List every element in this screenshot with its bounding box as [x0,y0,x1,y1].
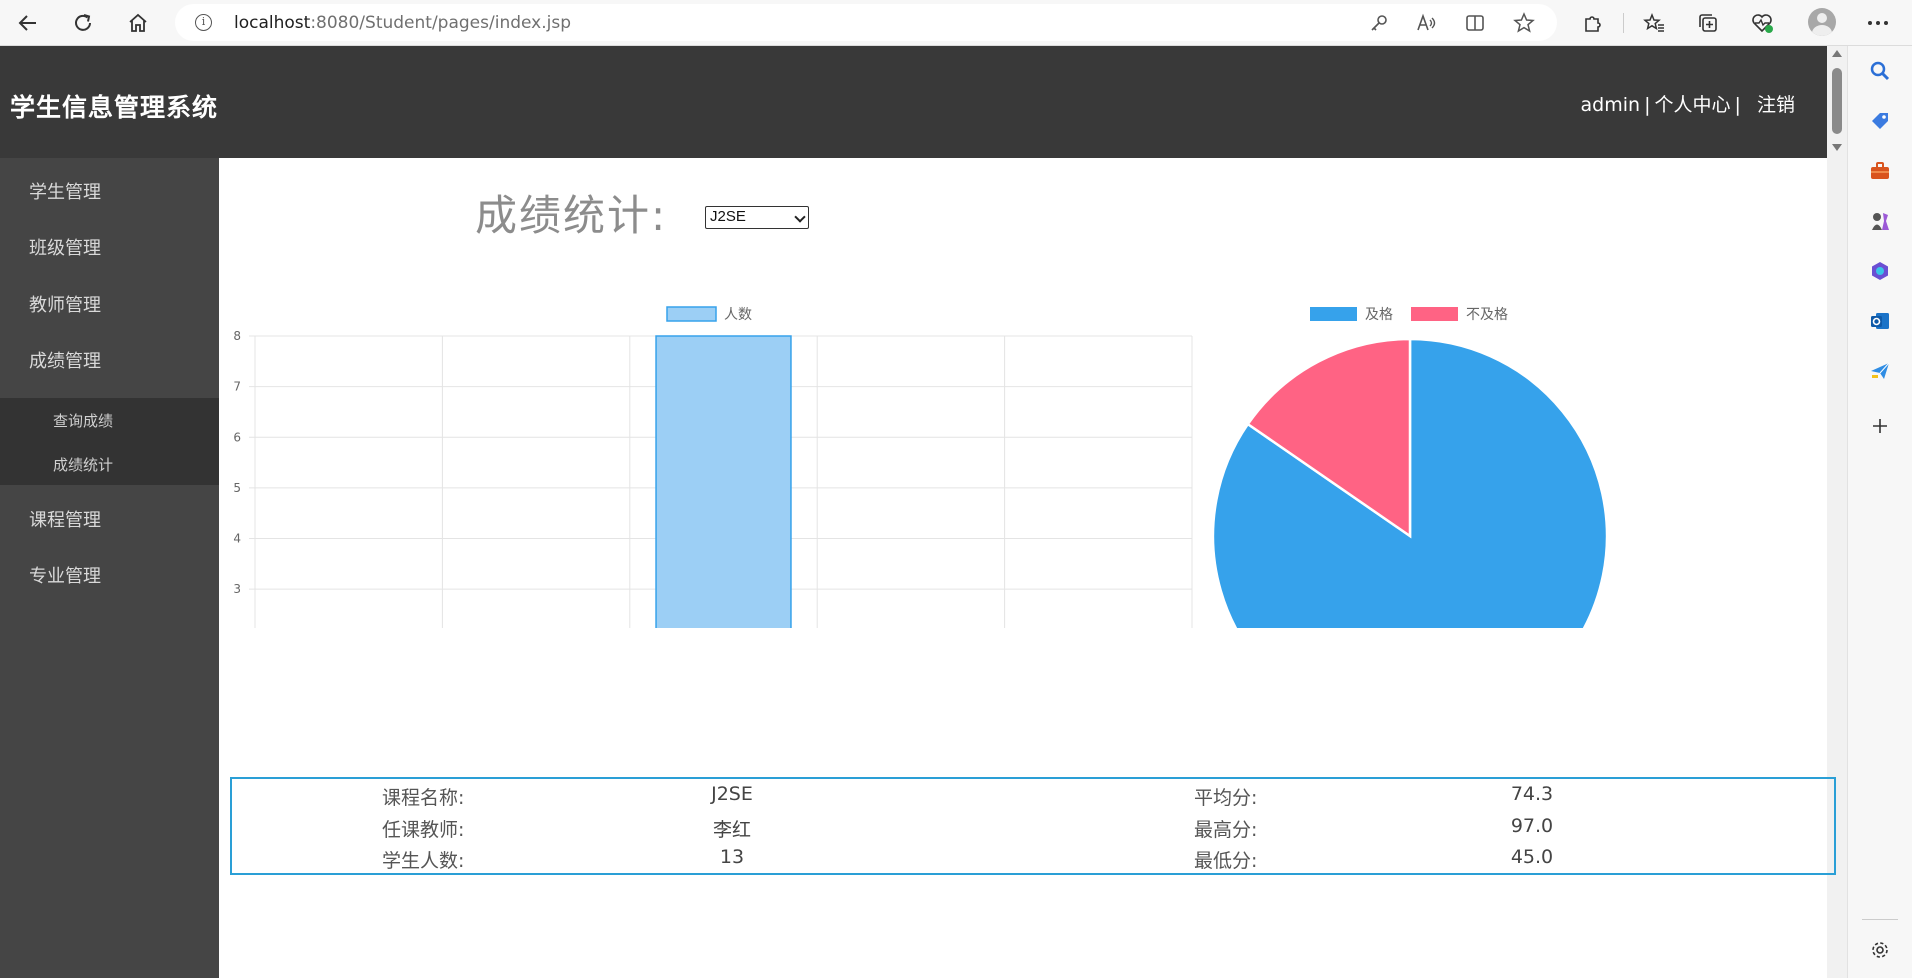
legend-swatch [1411,307,1458,321]
bar [655,335,792,628]
collections-icon [1699,14,1717,32]
course-name-label: 课程名称: [382,787,465,809]
sidebar-item-class[interactable]: 班级管理 [0,219,219,275]
grades-submenu: 查询成绩 成绩统计 [0,398,219,485]
separator: | [1644,94,1651,116]
scroll-thumb[interactable] [1832,68,1842,134]
sidebar-item-label: 学生管理 [29,182,101,203]
sidebar: 学生管理 班级管理 教师管理 成绩管理 查询成绩 成绩统计 课程管理 专业管理 [0,158,219,978]
average-label: 平均分: [1194,787,1258,809]
legend-label: 不及格 [1466,307,1508,323]
y-tick-label: 7 [233,380,241,394]
favorite-star-icon[interactable] [1511,10,1537,36]
legend-swatch [1310,307,1357,321]
heart-pulse-icon [1752,14,1773,33]
add-icon[interactable] [1868,414,1892,438]
site-info-icon[interactable]: i [195,14,212,31]
favorites-button[interactable] [1638,7,1670,39]
gear-icon[interactable] [1868,938,1892,962]
refresh-button[interactable] [67,7,99,39]
sidebar-item-grades[interactable]: 成绩管理 [0,332,219,388]
puzzle-icon [1585,16,1601,32]
main-content: 成绩统计: J2SE 012345678<60.060.0~70.070.0~8… [219,158,1836,978]
app-header: 学生信息管理系统 admin | 个人中心 | 注销 [0,46,1827,158]
sidebar-subitem-label: 查询成绩 [53,412,114,430]
y-tick-label: 5 [233,481,241,495]
telegram-send-icon[interactable] [1868,359,1892,383]
back-button[interactable] [12,7,44,39]
course-info-table: 课程名称: J2SE 平均分: 74.3 任课教师: 李红 最高分: 97.0 … [230,777,1836,875]
y-tick-label: 3 [233,582,241,596]
sidebar-item-label: 课程管理 [29,510,101,531]
username: admin [1580,94,1641,116]
split-screen-icon[interactable] [1462,10,1488,36]
y-tick-label: 4 [233,532,241,546]
profile-avatar[interactable] [1808,8,1836,36]
collections-button[interactable] [1692,7,1724,39]
toolbar-divider [1623,13,1624,33]
charts-area: 012345678<60.060.0~70.070.0~80.080.0~90.… [233,306,1609,628]
y-tick-label: 8 [233,329,241,343]
legend-swatch [666,306,717,322]
extensions-button[interactable] [1577,7,1609,39]
sidebar-subitem-query-grades[interactable]: 查询成绩 [0,398,219,442]
tools-briefcase-icon[interactable] [1868,159,1892,183]
user-area: admin | 个人中心 | 注销 [1579,90,1797,117]
side-panel-divider [1862,919,1898,920]
read-aloud-icon[interactable] [1414,10,1440,36]
min-score-value: 45.0 [1510,846,1554,868]
shopping-tag-icon[interactable] [1868,109,1892,133]
sidebar-subitem-label: 成绩统计 [53,456,114,474]
average-value: 74.3 [1510,783,1554,805]
refresh-icon [75,14,91,31]
teacher-value: 李红 [712,819,751,841]
copilot-icon[interactable] [1868,259,1892,283]
browser-toolbar: i localhost:8080/Student/pages/index.jsp [0,0,1912,46]
min-score-label: 最低分: [1194,850,1258,872]
y-tick-label: 6 [233,430,241,444]
browser-side-panel [1847,46,1912,978]
sidebar-item-teacher[interactable]: 教师管理 [0,276,219,332]
max-score-value: 97.0 [1510,815,1554,837]
sidebar-item-label: 成绩管理 [29,351,101,372]
url-text[interactable]: localhost:8080/Student/pages/index.jsp [234,13,571,33]
student-count-label: 学生人数: [382,850,465,872]
scroll-down-arrow[interactable] [1832,144,1842,151]
student-count-value: 13 [719,846,745,868]
legend-label: 人数 [724,307,752,323]
address-bar[interactable]: i localhost:8080/Student/pages/index.jsp [175,4,1557,41]
max-score-label: 最高分: [1194,819,1258,841]
search-icon[interactable] [1868,59,1892,83]
favorites-list-icon [1643,12,1664,32]
sidebar-item-label: 教师管理 [29,295,101,316]
sidebar-subitem-grade-statistics[interactable]: 成绩统计 [0,442,219,486]
sidebar-item-student[interactable]: 学生管理 [0,163,219,219]
home-button[interactable] [122,7,154,39]
legend-label: 及格 [1365,307,1393,323]
scroll-up-arrow[interactable] [1832,50,1842,57]
sidebar-item-major[interactable]: 专业管理 [0,547,219,603]
home-icon [129,13,147,32]
outlook-icon[interactable] [1868,309,1892,333]
more-dots-icon [1868,21,1888,25]
sidebar-item-course[interactable]: 课程管理 [0,491,219,547]
key-icon[interactable] [1366,10,1392,36]
browser-essentials-button[interactable] [1746,7,1778,39]
separator: | [1734,94,1741,116]
profile-link[interactable]: 个人中心 [1654,94,1730,116]
course-name-value: J2SE [711,783,753,805]
back-arrow-icon [18,15,36,31]
settings-more-button[interactable] [1862,7,1894,39]
teacher-label: 任课教师: [382,819,465,841]
logout-link[interactable]: 注销 [1757,94,1795,116]
games-chess-icon[interactable] [1868,209,1892,233]
app-title: 学生信息管理系统 [10,93,219,122]
sidebar-item-label: 班级管理 [29,238,101,259]
sidebar-item-label: 专业管理 [29,566,101,587]
